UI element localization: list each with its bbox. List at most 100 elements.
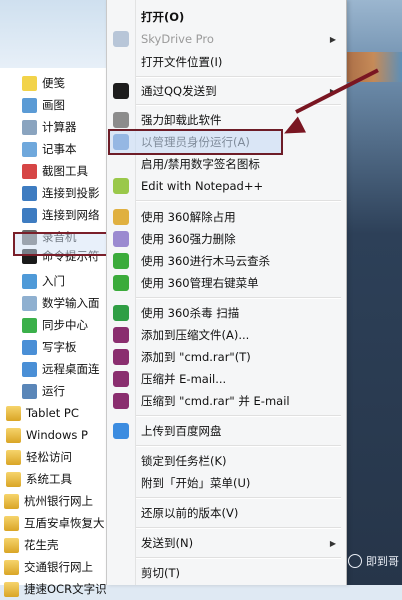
start-list-item-label: 画图: [42, 98, 65, 112]
context-menu-item-label: 启用/禁用数字签名图标: [141, 157, 260, 171]
start-list-item[interactable]: 杭州银行网上: [4, 490, 110, 512]
context-menu-item-label: 附到「开始」菜单(U): [141, 476, 251, 490]
context-menu-item[interactable]: 通过QQ发送到▶: [106, 79, 345, 103]
start-list-item-label: 截图工具: [42, 164, 88, 178]
paint-icon: [22, 97, 37, 113]
qq-icon: [113, 83, 129, 99]
baidu-netdisk-icon: [113, 423, 129, 439]
snipping-tool-icon: [22, 163, 37, 179]
start-list-item-label: 记事本: [42, 142, 77, 156]
wordpad-icon: [22, 339, 37, 355]
context-menu-item-label: 强力卸载此软件: [141, 113, 222, 127]
start-list-item-label: 数学输入面: [42, 296, 100, 310]
context-menu-item-label: 添加到 "cmd.rar"(T): [141, 350, 251, 364]
start-list-item[interactable]: 系统工具: [6, 468, 112, 490]
projector-icon: [22, 185, 37, 201]
winrar-icon: [113, 327, 129, 343]
menu-separator: [136, 415, 341, 417]
start-list-item-label: 轻松访问: [26, 450, 72, 464]
context-menu-item-label: 使用 360进行木马云查杀: [141, 254, 271, 268]
context-menu-item[interactable]: 剪切(T): [106, 561, 345, 585]
context-menu-item[interactable]: 压缩到 "cmd.rar" 并 E-mail: [106, 389, 345, 413]
context-menu-item[interactable]: 附到「开始」菜单(U): [106, 471, 345, 495]
context-menu-item[interactable]: 添加到 "cmd.rar"(T): [106, 345, 345, 369]
folder-icon: [6, 427, 21, 443]
context-menu-item-label: 压缩到 "cmd.rar" 并 E-mail: [141, 394, 290, 408]
run-icon: [22, 383, 37, 399]
folder-icon: [4, 581, 19, 597]
winrar-icon: [113, 371, 129, 387]
360-unlock-icon: [113, 209, 129, 225]
start-list-item-label: 杭州银行网上: [24, 494, 93, 508]
360-trojan-icon: [113, 253, 129, 269]
submenu-arrow-icon: ▶: [329, 34, 336, 44]
context-menu-item-label: 打开文件位置(I): [141, 55, 223, 69]
context-menu-item-label: 打开(O): [141, 10, 185, 24]
context-menu-item-label: 使用 360强力删除: [141, 232, 236, 246]
menu-separator: [136, 527, 341, 529]
trash-icon: [113, 112, 129, 128]
skydrive-icon: [113, 31, 129, 47]
folder-icon: [6, 405, 21, 421]
sticky-notes-icon: [22, 75, 37, 91]
start-list-item-label: 花生壳: [24, 538, 59, 552]
start-list-item-label: 连接到网络: [42, 208, 100, 222]
context-menu-item[interactable]: 打开文件位置(I): [106, 50, 345, 74]
menu-separator: [136, 297, 341, 299]
start-list-item[interactable]: 互盾安卓恢复大: [4, 512, 110, 534]
start-list-item[interactable]: 花生壳: [4, 534, 110, 556]
start-list-item-label: Windows P: [26, 428, 88, 442]
context-menu-item-label: 还原以前的版本(V): [141, 506, 239, 520]
context-menu-item[interactable]: 使用 360解除占用: [106, 205, 345, 229]
context-menu-item[interactable]: 使用 360管理右键菜单: [106, 271, 345, 295]
start-list-item-label: 便笺: [42, 76, 65, 90]
context-menu-item[interactable]: 锁定到任务栏(K): [106, 449, 345, 473]
notepad-icon: [22, 141, 37, 157]
watermark-logo-icon: [348, 554, 362, 568]
context-menu-item[interactable]: 添加到压缩文件(A)...: [106, 323, 345, 347]
context-menu-item[interactable]: 使用 360杀毒 扫描: [106, 301, 345, 325]
notepadpp-icon: [113, 178, 129, 194]
context-menu-item[interactable]: SkyDrive Pro ▶: [106, 27, 345, 51]
context-menu-item[interactable]: 启用/禁用数字签名图标: [106, 152, 345, 176]
context-menu-item[interactable]: 还原以前的版本(V): [106, 501, 345, 525]
context-menu-item-label: 上传到百度网盘: [141, 424, 222, 438]
watermark: 即到哥: [348, 553, 399, 569]
start-list-item[interactable]: Tablet PC: [6, 402, 112, 424]
winrar-icon: [113, 349, 129, 365]
remote-desktop-icon: [22, 361, 37, 377]
start-list-item-label: 写字板: [42, 340, 77, 354]
360-menu-icon: [113, 275, 129, 291]
context-menu-item[interactable]: Edit with Notepad++: [106, 174, 345, 198]
context-menu-item[interactable]: 压缩并 E-mail...: [106, 367, 345, 391]
folder-icon: [6, 449, 21, 465]
start-list-item[interactable]: 捷速OCR文字识: [4, 578, 110, 600]
context-menu-item[interactable]: 上传到百度网盘: [106, 419, 345, 443]
menu-separator: [136, 557, 341, 559]
context-menu-item-label: 添加到压缩文件(A)...: [141, 328, 250, 342]
sync-center-icon: [22, 317, 37, 333]
context-menu-item[interactable]: 使用 360强力删除: [106, 227, 345, 251]
start-list-item[interactable]: 轻松访问: [6, 446, 112, 468]
context-menu-item[interactable]: 发送到(N) ▶: [106, 531, 345, 555]
context-menu-item-label: SkyDrive Pro: [141, 32, 214, 46]
network-projector-icon: [22, 207, 37, 223]
context-menu-item[interactable]: 打开(O): [106, 5, 345, 29]
start-list-item[interactable]: 交通银行网上: [4, 556, 110, 578]
start-list-item-label: 运行: [42, 384, 65, 398]
watermark-text: 即到哥: [366, 555, 399, 568]
menu-separator: [136, 76, 341, 78]
context-menu-item-label: 剪切(T): [141, 566, 180, 580]
context-menu-item-label: 锁定到任务栏(K): [141, 454, 227, 468]
start-list-item[interactable]: Windows P: [6, 424, 112, 446]
360-delete-icon: [113, 231, 129, 247]
cmd-highlight-box: [13, 232, 109, 256]
folder-icon: [4, 537, 19, 553]
start-list-item-label: 捷速OCR文字识: [24, 582, 107, 596]
start-list-item-label: 远程桌面连: [42, 362, 100, 376]
folder-icon: [4, 493, 19, 509]
context-menu-item-label: 使用 360解除占用: [141, 210, 236, 224]
folder-icon: [4, 515, 19, 531]
context-menu-item[interactable]: 使用 360进行木马云查杀: [106, 249, 345, 273]
desktop-accent-stripe: [345, 52, 402, 82]
